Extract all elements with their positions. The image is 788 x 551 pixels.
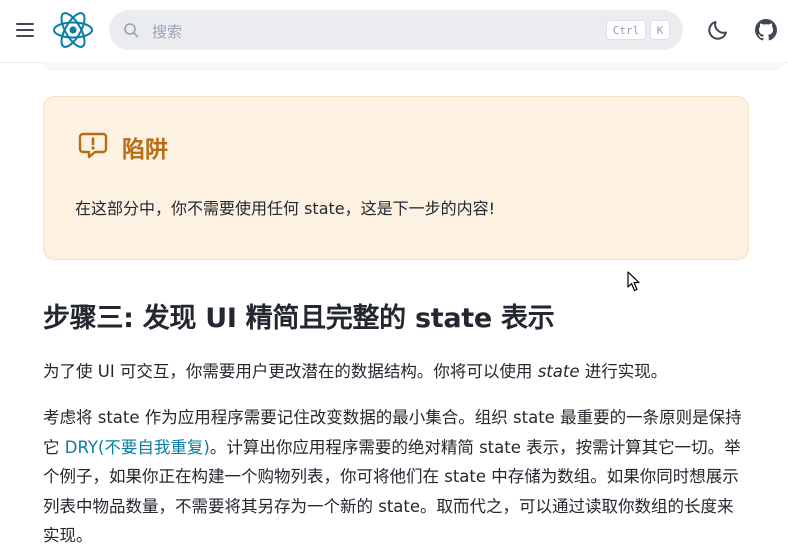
search-input[interactable]: 搜索 Ctrl K [109,10,683,50]
react-logo-icon[interactable] [52,9,94,51]
paragraph-state-intro: 为了使 UI 可交互，你需要用户更改潜在的数据结构。你将可以使用 state 进… [43,357,743,387]
section-heading: 步骤三: 发现 UI 精简且完整的 state 表示 [43,303,555,334]
top-navigation: 搜索 Ctrl K [0,0,788,63]
p1-text-after: 进行实现。 [579,362,668,381]
p1-emphasis: state [537,362,580,381]
pitfall-callout: 陷阱 在这部分中，你不需要使用任何 state，这是下一步的内容! [43,96,749,260]
p1-text-before: 为了使 UI 可交互，你需要用户更改潜在的数据结构。你将可以使用 [43,362,538,381]
menu-icon[interactable] [14,19,36,41]
search-placeholder: 搜索 [152,23,183,41]
pitfall-icon [78,132,108,159]
shortcut-ctrl-key: Ctrl [606,20,646,40]
moon-icon[interactable] [706,18,730,42]
github-icon[interactable] [755,19,777,41]
paragraph-minimal-state: 考虑将 state 作为应用程序需要记住改变数据的最小集合。组织 state 最… [43,403,743,551]
shortcut-k-key: K [650,20,670,40]
dry-link[interactable]: DRY(不要自我重复) [65,438,210,457]
mouse-cursor-icon [627,271,640,292]
sidebar-edge [43,62,783,71]
callout-body: 在这部分中，你不需要使用任何 state，这是下一步的内容! [75,199,496,218]
search-icon [124,23,139,38]
callout-title: 陷阱 [122,137,168,163]
